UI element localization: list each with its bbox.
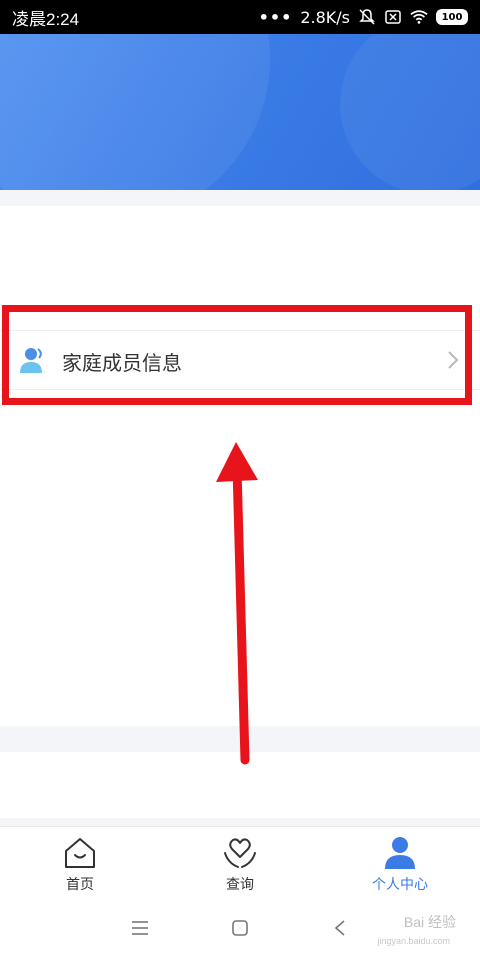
red-arrow-annotation — [216, 442, 258, 765]
sim-x-icon — [385, 10, 401, 24]
tab-home[interactable]: 首页 — [0, 827, 160, 897]
menu-nav-button[interactable] — [125, 913, 155, 943]
more-dots-icon: ••• — [258, 7, 293, 27]
back-nav-button[interactable] — [325, 913, 355, 943]
heart-hands-icon — [224, 838, 256, 868]
status-icons: ••• 2.8K/s 100 — [259, 8, 468, 27]
tab-personal-center-label: 个人中心 — [372, 877, 428, 893]
profile-header-banner — [0, 34, 480, 190]
hamburger-icon — [132, 921, 148, 935]
banner-decoration — [340, 34, 480, 190]
section-divider — [0, 818, 480, 826]
home-icon — [65, 838, 95, 868]
tab-home-label: 首页 — [66, 877, 94, 893]
wifi-icon — [410, 10, 428, 24]
watermark-url: jingyan.baidu.com — [377, 936, 450, 946]
battery-icon: 100 — [436, 9, 468, 25]
tab-query[interactable]: 查询 — [160, 827, 320, 897]
status-time: 凌晨2:24 — [12, 9, 80, 29]
square-icon — [232, 920, 248, 936]
back-chevron-icon — [334, 920, 345, 936]
bottom-tab-bar: 首页 查询 个人中心 — [0, 826, 480, 896]
banner-decoration — [0, 34, 270, 190]
home-nav-button[interactable] — [225, 913, 255, 943]
mute-bell-icon — [359, 9, 375, 25]
section-divider — [0, 190, 480, 206]
tab-query-label: 查询 — [226, 877, 254, 893]
network-speed: 2.8K/s — [300, 7, 350, 27]
highlight-annotation-box — [2, 305, 472, 405]
status-bar: 凌晨2:24 ••• 2.8K/s 100 — [0, 0, 480, 34]
watermark-logo: Bai 经验 — [403, 914, 456, 930]
tab-personal-center[interactable]: 个人中心 — [320, 827, 480, 897]
person-icon — [385, 837, 415, 869]
